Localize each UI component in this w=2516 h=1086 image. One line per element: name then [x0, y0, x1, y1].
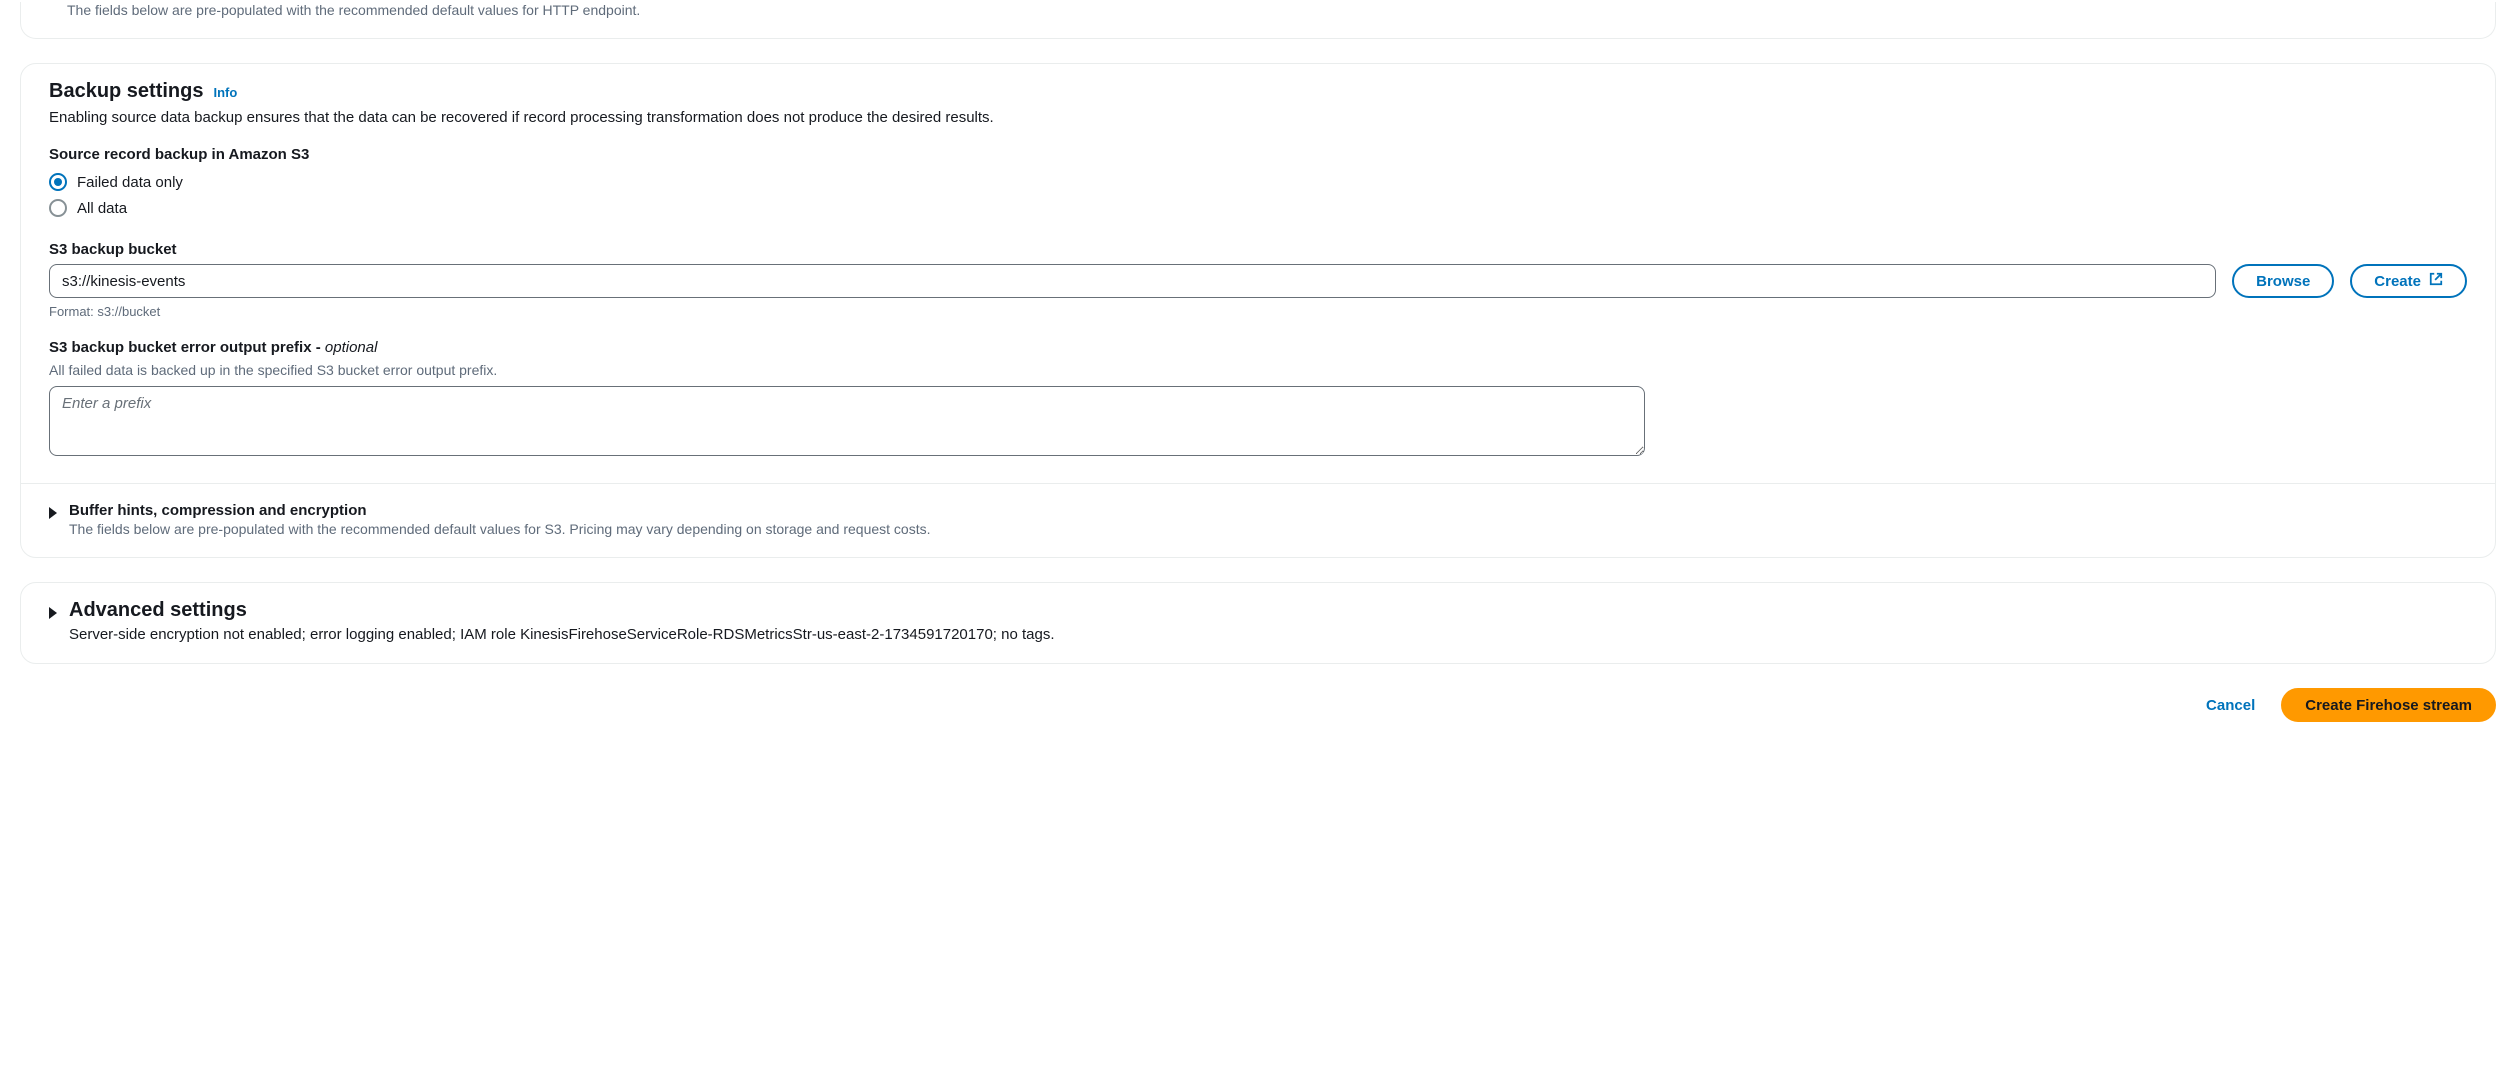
chevron-right-icon: [49, 507, 57, 519]
radio-failed-label: Failed data only: [77, 174, 183, 191]
cancel-button[interactable]: Cancel: [2188, 688, 2273, 722]
error-prefix-input[interactable]: [49, 386, 1645, 456]
advanced-settings-description: Server-side encryption not enabled; erro…: [69, 626, 2467, 643]
error-prefix-label: S3 backup bucket error output prefix - o…: [49, 339, 2467, 356]
source-record-backup-label: Source record backup in Amazon S3: [49, 146, 2467, 163]
create-bucket-button[interactable]: Create: [2350, 264, 2467, 298]
radio-failed-data-only[interactable]: Failed data only: [49, 169, 2467, 195]
bucket-format-hint: Format: s3://bucket: [49, 304, 2467, 319]
browse-button[interactable]: Browse: [2232, 264, 2334, 298]
radio-all-label: All data: [77, 200, 127, 217]
http-defaults-panel: The fields below are pre-populated with …: [20, 2, 2496, 39]
buffer-hints-title: Buffer hints, compression and encryption: [69, 502, 2467, 519]
advanced-settings-title: Advanced settings: [69, 599, 2467, 622]
radio-all-data[interactable]: All data: [49, 195, 2467, 221]
create-firehose-stream-button[interactable]: Create Firehose stream: [2281, 688, 2496, 722]
buffer-hints-expander[interactable]: Buffer hints, compression and encryption…: [49, 502, 2467, 537]
radio-icon: [49, 173, 67, 191]
error-prefix-description: All failed data is backed up in the spec…: [49, 362, 2467, 378]
backup-settings-description: Enabling source data backup ensures that…: [49, 109, 2467, 126]
radio-icon: [49, 199, 67, 217]
external-link-icon: [2429, 272, 2443, 290]
buffer-hints-description: The fields below are pre-populated with …: [69, 521, 2467, 537]
footer-actions: Cancel Create Firehose stream: [20, 688, 2496, 722]
advanced-settings-panel: Advanced settings Server-side encryption…: [20, 582, 2496, 664]
advanced-settings-expander[interactable]: Advanced settings Server-side encryption…: [49, 599, 2467, 643]
divider: [21, 483, 2495, 484]
create-bucket-label: Create: [2374, 273, 2421, 290]
browse-button-label: Browse: [2256, 273, 2310, 290]
s3-backup-bucket-label: S3 backup bucket: [49, 241, 2467, 258]
http-defaults-description: The fields below are pre-populated with …: [67, 2, 2467, 18]
backup-info-link[interactable]: Info: [213, 85, 237, 100]
backup-settings-title: Backup settings: [49, 80, 203, 103]
s3-backup-bucket-input[interactable]: [49, 264, 2216, 298]
backup-settings-panel: Backup settings Info Enabling source dat…: [20, 63, 2496, 558]
chevron-right-icon: [49, 607, 57, 619]
